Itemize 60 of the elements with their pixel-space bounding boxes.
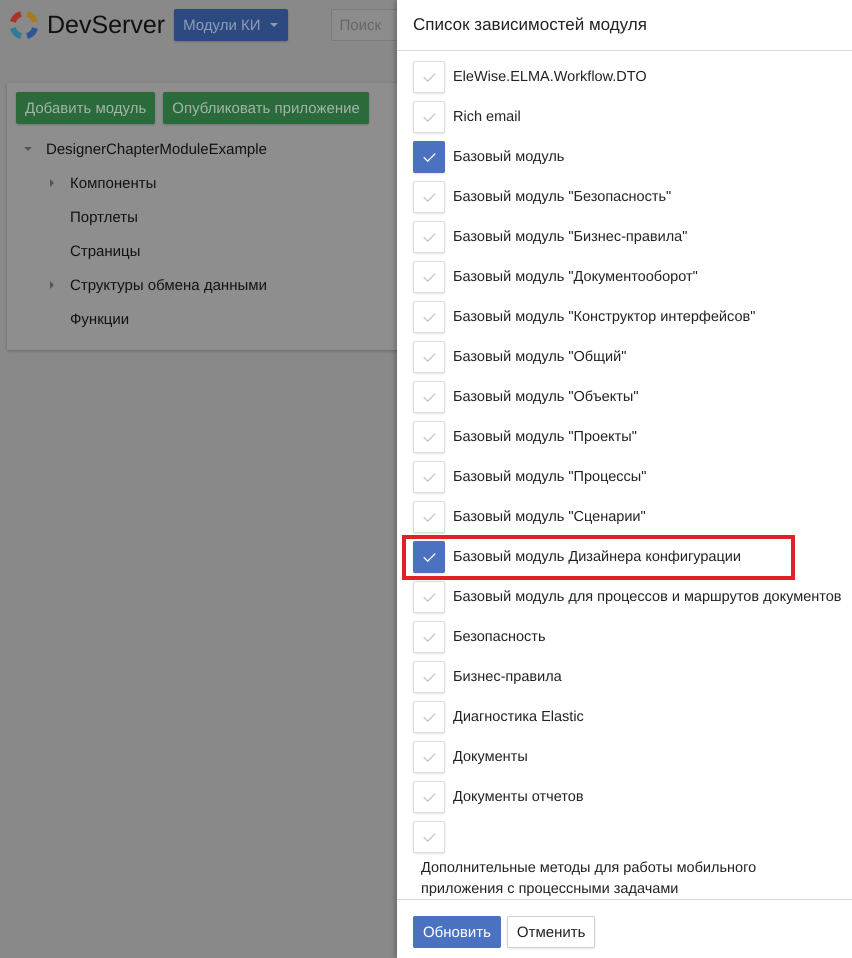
tree-item[interactable]: Портлеты: [70, 208, 138, 226]
cancel-button[interactable]: Отменить: [506, 916, 596, 948]
dependency-label: Rich email: [453, 108, 521, 126]
dependency-label: Базовый модуль "Конструктор интерфейсов": [453, 308, 756, 326]
dependency-label: Дополнительные методы для работы мобильного приложения с процессными задачами: [421, 859, 758, 899]
dependency-label: Документы отчетов: [453, 788, 584, 806]
update-button[interactable]: Обновить: [413, 916, 501, 948]
dependency-label: Базовый модуль "Проекты": [453, 428, 637, 446]
tree-item[interactable]: Страницы: [70, 242, 140, 260]
check-icon: [422, 432, 436, 442]
dependency-label: Базовый модуль "Общий": [453, 348, 626, 366]
check-icon: [422, 712, 436, 722]
tree-item[interactable]: Структуры обмена данными: [70, 276, 267, 294]
checkbox[interactable]: [413, 141, 445, 173]
dependency-label: Диагностика Elastic: [453, 708, 584, 726]
toolbar-button[interactable]: Опубликовать приложение: [163, 92, 369, 124]
caret-icon[interactable]: [50, 281, 54, 289]
check-icon: [422, 512, 436, 522]
check-icon: [422, 672, 436, 682]
dependency-label: Базовый модуль "Бизнес-правила": [453, 228, 688, 246]
caret-icon: [270, 23, 278, 27]
check-icon: [422, 112, 436, 122]
check-icon: [422, 792, 436, 802]
check-icon: [422, 632, 436, 642]
check-icon: [422, 272, 436, 282]
dependency-label: Базовый модуль "Сценарии": [453, 508, 646, 526]
caret-icon[interactable]: [50, 179, 54, 187]
check-icon: [422, 152, 436, 162]
dependency-label: Базовый модуль Дизайнера конфигурации: [453, 548, 741, 566]
dependency-label: Базовый модуль: [453, 148, 564, 166]
dependency-label: Базовый модуль "Безопасность": [453, 188, 672, 206]
app-title: DevServer: [47, 10, 166, 40]
check-icon: [422, 392, 436, 402]
dependency-label: Базовый модуль для процессов и маршрутов документов: [453, 588, 842, 606]
dependency-label: Базовый модуль "Документооборот": [453, 268, 698, 286]
tree-item[interactable]: Функции: [70, 310, 130, 328]
check-icon: [422, 232, 436, 242]
logo-icon: [8, 9, 40, 41]
check-icon: [422, 72, 436, 82]
dependency-label: Бизнес-правила: [453, 668, 562, 686]
caret-icon[interactable]: [24, 147, 32, 151]
toolbar-button[interactable]: Добавить модуль: [16, 92, 156, 124]
check-icon: [422, 752, 436, 762]
modal-title: Список зависимостей модуля: [413, 15, 647, 35]
dependency-label: EleWise.ELMA.Workflow.DTO: [453, 68, 647, 86]
tree-item[interactable]: DesignerChapterModuleExample: [46, 140, 267, 158]
check-icon: [422, 192, 436, 202]
checkbox[interactable]: [413, 541, 445, 573]
check-icon: [422, 312, 436, 322]
check-icon: [422, 592, 436, 602]
dependency-label: Базовый модуль "Процессы": [453, 468, 646, 486]
check-icon: [422, 472, 436, 482]
check-icon: [422, 832, 436, 842]
check-icon: [422, 352, 436, 362]
dependency-label: Безопасность: [453, 628, 546, 646]
dependency-label: Документы: [453, 748, 528, 766]
check-icon: [422, 552, 436, 562]
modules-menu-button[interactable]: Модули КИ: [174, 9, 288, 41]
tree-item[interactable]: Компоненты: [70, 174, 156, 192]
dependency-label: Базовый модуль "Объекты": [453, 388, 638, 406]
